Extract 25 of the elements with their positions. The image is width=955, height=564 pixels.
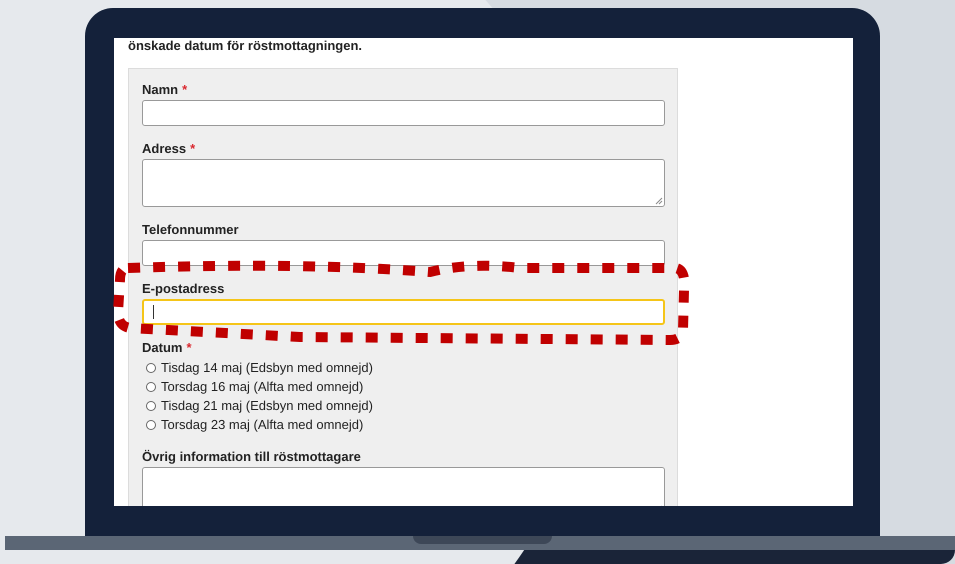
field-label: Adress [142,141,186,157]
field-label: Telefonnummer [142,222,239,238]
field-label: Datum [142,340,182,356]
input-field[interactable] [142,100,665,126]
input-field[interactable] [142,299,665,325]
radio-button[interactable] [146,362,156,372]
radio-button[interactable] [146,382,156,392]
field-label: E-postadress [142,281,224,297]
resize-grip-icon [655,197,663,205]
radio-label[interactable]: Torsdag 16 maj (Alfta med omnejd) [161,379,364,394]
field-label: Övrig information till röstmottagare [142,449,361,465]
radio-button[interactable] [146,400,156,410]
intro-text: önskade datum för röstmottagningen. [128,38,364,54]
required-mark: * [190,141,196,157]
input-field[interactable] [142,240,665,266]
field-label: Namn [142,82,178,98]
required-mark: * [182,82,188,98]
radio-label[interactable]: Tisdag 14 maj (Edsbyn med omnejd) [161,360,373,375]
radio-label[interactable]: Torsdag 23 maj (Alfta med omnejd) [161,417,364,432]
radio-button[interactable] [146,420,156,430]
radio-label[interactable]: Tisdag 21 maj (Edsbyn med omnejd) [161,398,373,413]
text-area[interactable] [142,159,665,207]
required-mark: * [186,340,192,356]
text-area[interactable] [142,467,665,506]
text-cursor [153,305,154,319]
